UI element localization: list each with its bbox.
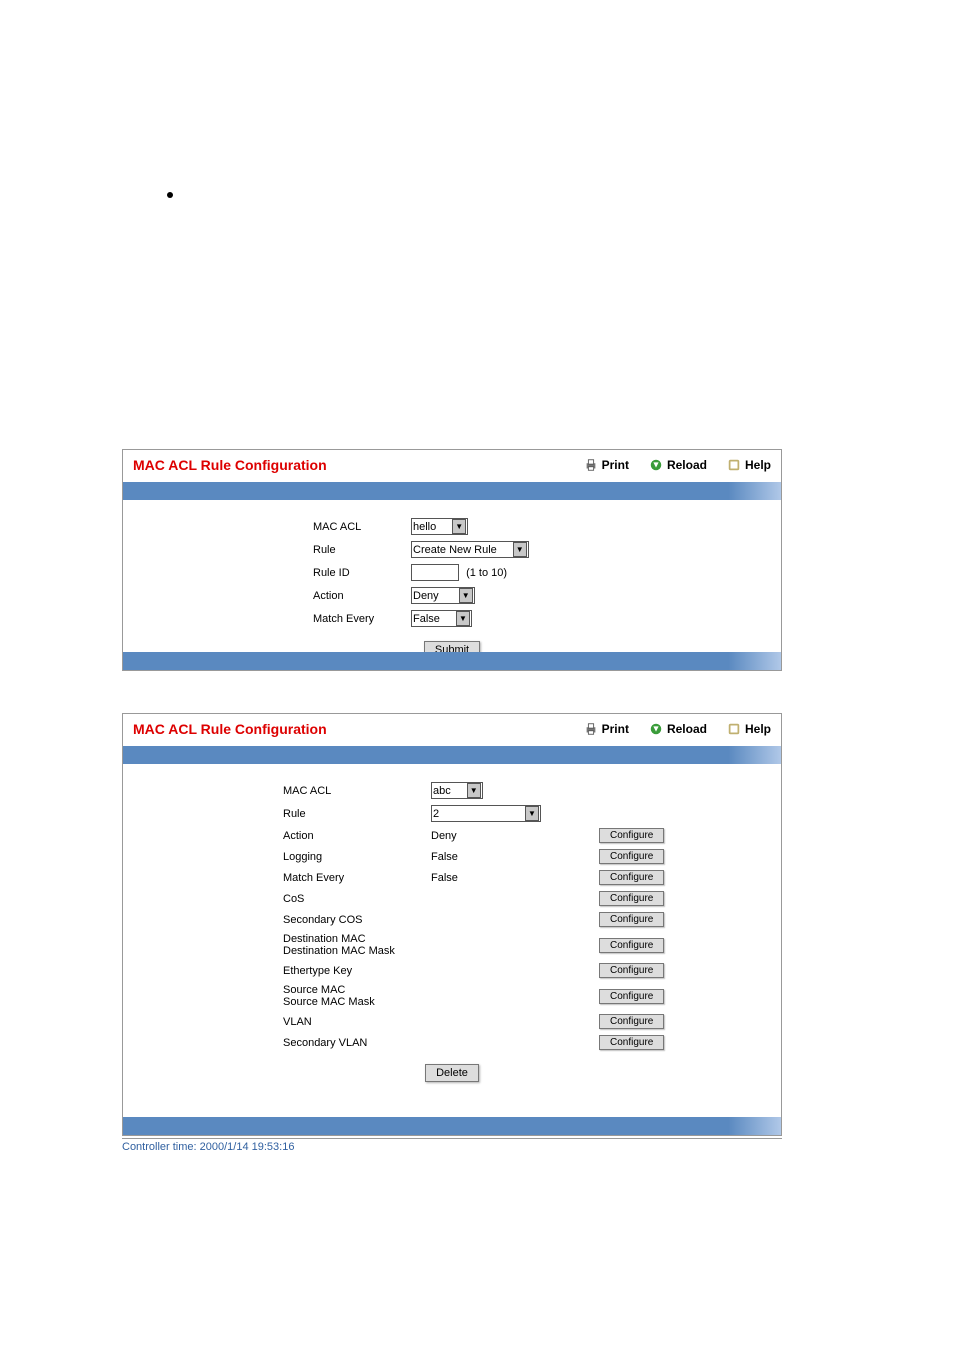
reload-icon <box>649 722 663 736</box>
configure-vlan-button[interactable]: Configure <box>599 1014 664 1029</box>
action-label: Action <box>283 830 423 842</box>
configure-destination-mac-button[interactable]: Configure <box>599 938 664 953</box>
chevron-down-icon: ▼ <box>525 806 539 821</box>
vlan-label: VLAN <box>283 1016 423 1028</box>
divider-bar-top <box>123 482 781 500</box>
rule-value: 2 <box>433 808 455 820</box>
logging-value: False <box>431 851 591 863</box>
reload-button[interactable]: Reload <box>649 458 707 472</box>
panel-mac-acl-rule-config-edit: MAC ACL Rule Configuration Print Reload … <box>122 713 782 1136</box>
print-icon <box>584 458 598 472</box>
divider-bar-top <box>123 746 781 764</box>
rule-label: Rule <box>313 544 403 556</box>
rule-label: Rule <box>283 808 423 820</box>
cos-label: CoS <box>283 893 423 905</box>
rule-id-input[interactable] <box>411 564 459 581</box>
mac-acl-value: hello <box>413 521 452 533</box>
match-every-label: Match Every <box>283 872 423 884</box>
dest-mac-text: Destination MAC <box>283 933 366 945</box>
rule-id-label: Rule ID <box>313 567 403 579</box>
match-every-value: False <box>413 613 456 625</box>
chevron-down-icon: ▼ <box>513 542 527 557</box>
help-icon <box>727 722 741 736</box>
chevron-down-icon: ▼ <box>456 611 470 626</box>
mac-acl-label: MAC ACL <box>283 785 423 797</box>
configure-ethertype-button[interactable]: Configure <box>599 963 664 978</box>
print-button[interactable]: Print <box>584 458 629 472</box>
print-icon <box>584 722 598 736</box>
action-value: Deny <box>413 590 459 602</box>
reload-icon <box>649 458 663 472</box>
action-value: Deny <box>431 830 591 842</box>
help-button[interactable]: Help <box>727 722 771 736</box>
rule-select[interactable]: Create New Rule ▼ <box>411 541 529 558</box>
secondary-cos-label: Secondary COS <box>283 914 423 926</box>
form-area: MAC ACL abc ▼ Rule 2 ▼ Action Deny Confi… <box>123 764 781 1096</box>
mac-acl-select[interactable]: abc ▼ <box>431 782 483 799</box>
chevron-down-icon: ▼ <box>459 588 473 603</box>
destination-mac-label: Destination MAC Destination MAC Mask <box>283 933 423 957</box>
reload-button[interactable]: Reload <box>649 722 707 736</box>
page-title: MAC ACL Rule Configuration <box>133 721 584 737</box>
mac-acl-label: MAC ACL <box>313 521 403 533</box>
chevron-down-icon: ▼ <box>452 519 466 534</box>
delete-button[interactable]: Delete <box>425 1064 479 1082</box>
rule-id-hint: (1 to 10) <box>466 567 507 579</box>
rule-value: Create New Rule <box>413 544 513 556</box>
dest-mac-mask-text: Destination MAC Mask <box>283 945 395 957</box>
toolbar: Print Reload Help <box>584 722 771 736</box>
match-every-label: Match Every <box>313 613 403 625</box>
help-button[interactable]: Help <box>727 458 771 472</box>
source-mac-label: Source MAC Source MAC Mask <box>283 984 423 1008</box>
action-label: Action <box>313 590 403 602</box>
divider-bar-bottom <box>123 652 781 670</box>
mac-acl-value: abc <box>433 785 467 797</box>
reload-label: Reload <box>667 722 707 736</box>
configure-source-mac-button[interactable]: Configure <box>599 989 664 1004</box>
help-label: Help <box>745 722 771 736</box>
configure-logging-button[interactable]: Configure <box>599 849 664 864</box>
configure-cos-button[interactable]: Configure <box>599 891 664 906</box>
panel-mac-acl-rule-config-create: MAC ACL Rule Configuration Print Reload … <box>122 449 782 671</box>
match-every-value: False <box>431 872 591 884</box>
rule-select[interactable]: 2 ▼ <box>431 805 541 822</box>
panel-header: MAC ACL Rule Configuration Print Reload … <box>123 450 781 480</box>
print-label: Print <box>602 458 629 472</box>
help-icon <box>727 458 741 472</box>
configure-match-every-button[interactable]: Configure <box>599 870 664 885</box>
print-label: Print <box>602 722 629 736</box>
secondary-vlan-label: Secondary VLAN <box>283 1037 423 1049</box>
ethertype-label: Ethertype Key <box>283 965 423 977</box>
panel-header: MAC ACL Rule Configuration Print Reload … <box>123 714 781 744</box>
reload-label: Reload <box>667 458 707 472</box>
configure-secondary-cos-button[interactable]: Configure <box>599 912 664 927</box>
help-label: Help <box>745 458 771 472</box>
mac-acl-select[interactable]: hello ▼ <box>411 518 468 535</box>
print-button[interactable]: Print <box>584 722 629 736</box>
bullet-marker <box>167 192 173 198</box>
controller-time: Controller time: 2000/1/14 19:53:16 <box>122 1138 782 1153</box>
configure-action-button[interactable]: Configure <box>599 828 664 843</box>
form-area: MAC ACL hello ▼ Rule Create New Rule ▼ R… <box>123 500 781 673</box>
chevron-down-icon: ▼ <box>467 783 481 798</box>
source-mac-mask-text: Source MAC Mask <box>283 996 375 1008</box>
source-mac-text: Source MAC <box>283 984 345 996</box>
divider-bar-bottom <box>123 1117 781 1135</box>
page-title: MAC ACL Rule Configuration <box>133 457 584 473</box>
action-select[interactable]: Deny ▼ <box>411 587 475 604</box>
toolbar: Print Reload Help <box>584 458 771 472</box>
logging-label: Logging <box>283 851 423 863</box>
configure-secondary-vlan-button[interactable]: Configure <box>599 1035 664 1050</box>
match-every-select[interactable]: False ▼ <box>411 610 472 627</box>
